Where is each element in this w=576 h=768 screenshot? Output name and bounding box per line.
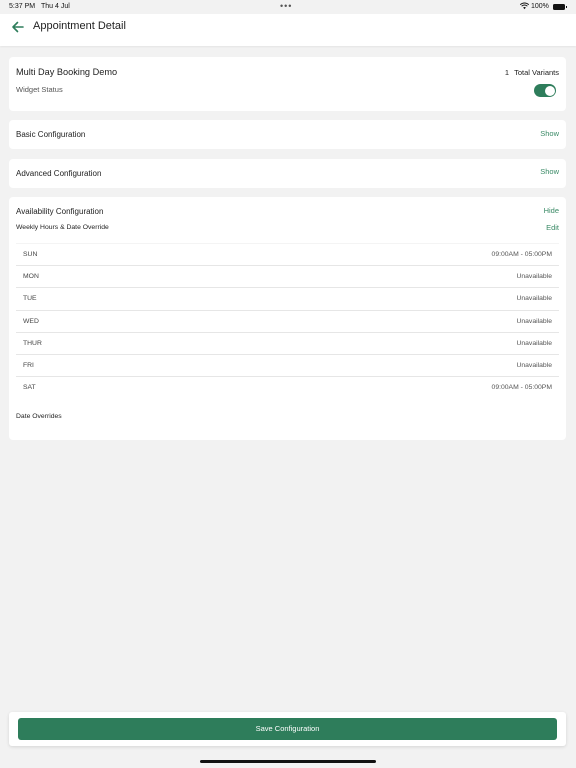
schedule-hours: 09:00AM - 05:00PM [491, 251, 552, 258]
app-header: Appointment Detail [0, 14, 576, 46]
advanced-config-title: Advanced Configuration [16, 169, 102, 178]
schedule-row: THUR Unavailable [16, 331, 559, 354]
battery-icon [553, 4, 567, 10]
toggle-knob [544, 85, 555, 96]
page-title: Appointment Detail [33, 20, 126, 32]
schedule-hours: Unavailable [516, 339, 552, 347]
weekly-hours-edit-link[interactable]: Edit [546, 223, 559, 232]
availability-config-title: Availability Configuration [16, 207, 104, 216]
booking-name: Multi Day Booking Demo [16, 67, 118, 77]
weekly-hours-subtitle: Weekly Hours & Date Override [16, 224, 109, 231]
footer-bar: Save Configuration [9, 712, 566, 746]
schedule-row: SUN 09:00AM - 05:00PM [16, 243, 559, 265]
schedule-hours: Unavailable [516, 362, 552, 369]
schedule-row: SAT 09:00AM - 05:00PM [16, 376, 559, 398]
advanced-config-show-link[interactable]: Show [540, 167, 559, 176]
variant-count: 1 [504, 68, 510, 77]
basic-config-show-link[interactable]: Show [540, 129, 559, 138]
status-date: Thu 4 Jul [41, 3, 70, 10]
wifi-icon [519, 2, 530, 12]
multitasking-dots[interactable]: ••• [280, 1, 292, 11]
schedule-row: MON Unavailable [16, 265, 559, 287]
schedule-hours: Unavailable [516, 295, 552, 303]
date-overrides-label: Date Overrides [16, 413, 62, 420]
status-bar: 5:37 PM Thu 4 Jul ••• 100% [0, 0, 576, 14]
battery-percent: 100% [531, 3, 549, 10]
schedule-day: THUR [23, 339, 42, 347]
total-variants: 1 Total Variants [505, 68, 559, 77]
home-indicator[interactable] [200, 760, 376, 763]
schedule-row: WED Unavailable [16, 309, 559, 332]
schedule-day: TUE [23, 295, 37, 303]
schedule-day: FRI [23, 362, 34, 369]
schedule-day: SAT [23, 384, 36, 392]
widget-status-toggle[interactable] [534, 84, 556, 97]
availability-config-card: Availability Configuration Hide Weekly H… [9, 197, 566, 440]
schedule-day: MON [23, 273, 39, 281]
booking-summary-card: Multi Day Booking Demo 1 Total Variants … [9, 57, 566, 111]
status-time: 5:37 PM [9, 3, 36, 10]
widget-status-label: Widget Status [16, 85, 63, 94]
variant-label: Total Variants [514, 68, 559, 77]
basic-config-card[interactable]: Basic Configuration Show [9, 120, 566, 149]
arrow-left-icon [12, 21, 24, 33]
schedule-hours: Unavailable [516, 273, 552, 281]
save-configuration-button[interactable]: Save Configuration [18, 718, 557, 740]
availability-hide-link[interactable]: Hide [544, 206, 559, 215]
schedule-day: SUN [23, 251, 38, 258]
schedule-day: WED [23, 317, 39, 325]
schedule-hours: 09:00AM - 05:00PM [491, 384, 552, 392]
advanced-config-card[interactable]: Advanced Configuration Show [9, 159, 566, 188]
schedule-hours: Unavailable [516, 317, 552, 325]
schedule-row: FRI Unavailable [16, 354, 559, 376]
schedule-row: TUE Unavailable [16, 287, 559, 309]
back-button[interactable] [8, 17, 28, 37]
basic-config-title: Basic Configuration [16, 130, 86, 139]
